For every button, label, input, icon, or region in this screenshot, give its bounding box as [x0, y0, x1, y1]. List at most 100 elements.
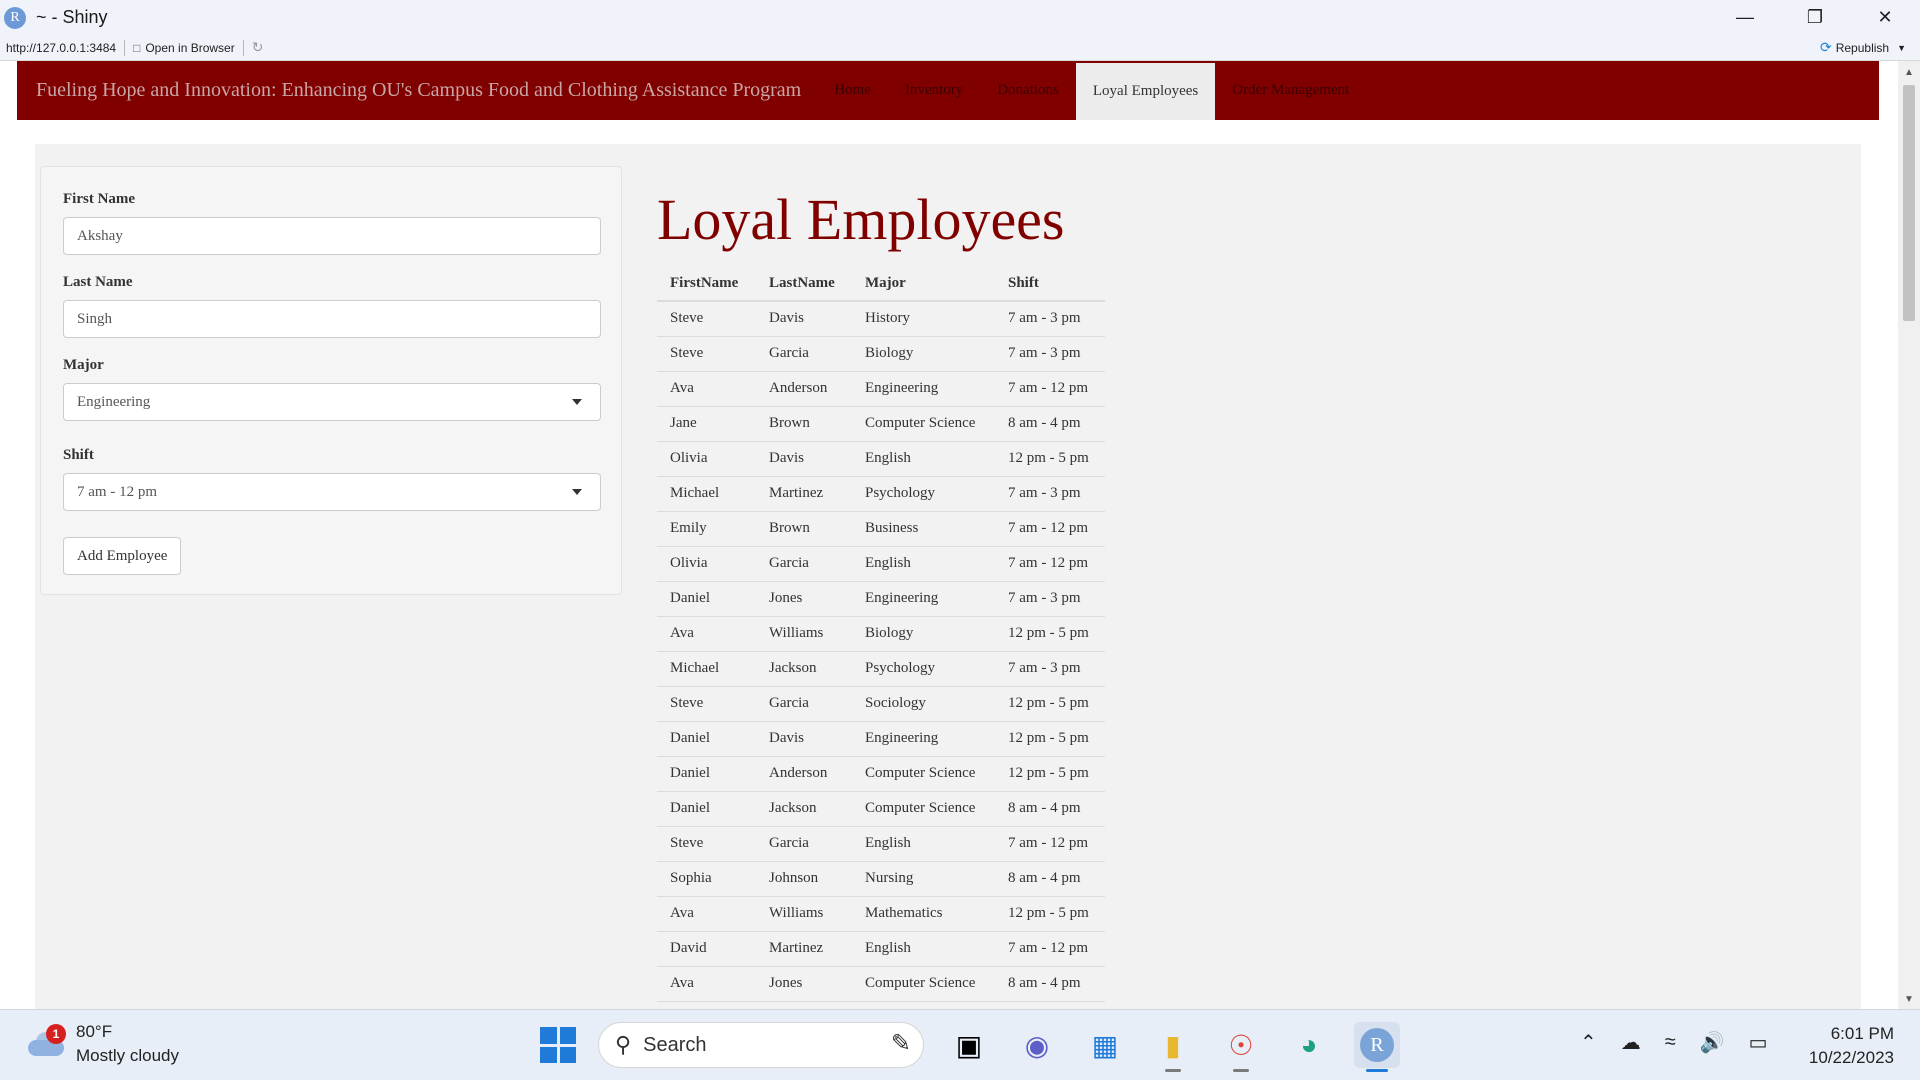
table-row: Olivia Garcia English 7 am - 12 pm — [657, 545, 1105, 581]
shift-label: Shift — [63, 447, 94, 463]
cell-shift: 7 am - 3 pm — [995, 475, 1105, 511]
nav-item-inventory[interactable]: Inventory — [888, 61, 980, 120]
cell-lastname: Anderson — [756, 370, 852, 406]
cell-major: Psychology — [852, 650, 995, 686]
cell-shift: 12 pm - 5 pm — [995, 615, 1105, 651]
republish-button[interactable]: ⟳ Republish ▼ — [1820, 39, 1906, 56]
wifi-icon[interactable]: ≈ — [1665, 1031, 1676, 1054]
navbar-brand[interactable]: Fueling Hope and Innovation: Enhancing O… — [36, 79, 801, 102]
taskbar-search[interactable]: ⚲ Search ✎ — [598, 1022, 924, 1068]
cell-major: English — [852, 930, 995, 966]
first-name-input[interactable]: Akshay — [63, 217, 601, 255]
url-text[interactable]: http://127.0.0.1:3484 — [6, 41, 116, 55]
chevron-down-icon: ▼ — [1897, 42, 1906, 53]
scroll-down-icon[interactable]: ▼ — [1904, 994, 1914, 1005]
rstudio-app-icon: R — [4, 6, 26, 29]
cell-major: Computer Science — [852, 965, 995, 1001]
tab-content: First Name Akshay Last Name Singh Major … — [35, 144, 1861, 1009]
publish-icon: ⟳ — [1819, 39, 1832, 55]
table-row: Daniel Anderson Computer Science 12 pm - 5 … — [657, 755, 1105, 791]
table-header-row: FirstName LastName Major Shift — [657, 266, 1105, 302]
cell-shift: 12 pm - 5 pm — [995, 895, 1105, 931]
cell-shift: 12 pm - 5 pm — [995, 755, 1105, 791]
cell-major: Engineering — [852, 370, 995, 406]
cell-shift: 8 am - 4 pm — [995, 860, 1105, 896]
cell-lastname: Garcia — [756, 545, 852, 581]
cell-shift: 12 pm - 5 pm — [995, 720, 1105, 756]
windows-start-icon[interactable] — [540, 1027, 576, 1063]
cell-firstname: Jane — [657, 405, 756, 441]
last-name-input[interactable]: Singh — [63, 300, 601, 338]
cell-major: Computer Science — [852, 405, 995, 441]
cell-major: History — [852, 300, 995, 336]
scrollbar-thumb[interactable] — [1903, 85, 1915, 321]
cell-lastname: Garcia — [756, 825, 852, 861]
cell-firstname: Olivia — [657, 545, 756, 581]
cell-major: Engineering — [852, 720, 995, 756]
cell-firstname: Daniel — [657, 1000, 756, 1009]
table-row: Steve Garcia English 7 am - 12 pm — [657, 825, 1105, 861]
onedrive-offline-icon[interactable]: ☁ — [1621, 1030, 1641, 1055]
nav-item-loyal-employees[interactable]: Loyal Employees — [1075, 63, 1216, 120]
table-row: Ava Jones Computer Science 8 am - 4 pm — [657, 965, 1105, 1001]
chrome-icon[interactable]: ☉ — [1218, 1022, 1264, 1072]
table-row: Steve Garcia Sociology 12 pm - 5 pm — [657, 685, 1105, 721]
task-view-icon[interactable]: ▣ — [946, 1022, 992, 1068]
shift-select[interactable]: 7 am - 12 pm — [63, 473, 601, 511]
battery-icon[interactable]: ▭ — [1749, 1030, 1768, 1055]
table-row: DanielGarciaBiology8 am - 4 pm — [657, 1000, 1105, 1009]
cell-shift: 8 am - 4 pm — [995, 790, 1105, 826]
store-icon[interactable]: ▦ — [1082, 1022, 1128, 1068]
cell-major: Sociology — [852, 685, 995, 721]
add-employee-button[interactable]: Add Employee — [63, 537, 182, 575]
cell-firstname: Steve — [657, 825, 756, 861]
taskbar-clock[interactable]: 6:01 PM 10/22/2023 — [1809, 1022, 1894, 1070]
cell-major: Biology — [852, 1000, 995, 1009]
cell-shift: 7 am - 12 pm — [995, 510, 1105, 546]
weather-widget[interactable]: 1 80°F Mostly cloudy — [26, 1020, 179, 1068]
cell-major: Business — [852, 510, 995, 546]
close-icon[interactable]: ✕ — [1850, 0, 1920, 35]
chevron-up-icon[interactable]: ⌃ — [1580, 1030, 1597, 1055]
cell-major: English — [852, 825, 995, 861]
cell-firstname: Ava — [657, 965, 756, 1001]
table-row: Michael Jackson Psychology 7 am - 3 pm — [657, 650, 1105, 686]
cell-shift: 8 am - 4 pm — [995, 1000, 1105, 1009]
notification-badge: 1 — [46, 1024, 66, 1044]
nav-item-donations[interactable]: Donations — [980, 61, 1076, 120]
clock-date: 10/22/2023 — [1808, 1048, 1894, 1067]
minimize-icon[interactable]: — — [1710, 0, 1780, 35]
search-highlight-icon: ✎ — [890, 1030, 911, 1057]
nav-item-home[interactable]: Home — [817, 61, 888, 120]
cell-shift: 7 am - 3 pm — [995, 650, 1105, 686]
scroll-up-icon[interactable]: ▲ — [1904, 67, 1914, 78]
window-controls: — ❐ ✕ — [1710, 0, 1920, 35]
cell-firstname: Daniel — [657, 720, 756, 756]
vertical-scrollbar[interactable]: ▲ ▼ — [1898, 61, 1920, 1009]
cell-lastname: Jackson — [756, 650, 852, 686]
table-row: Daniel Jackson Computer Science 8 am - 4 pm — [657, 790, 1105, 826]
cell-shift: 8 am - 4 pm — [995, 405, 1105, 441]
rstudio-taskbar-icon[interactable]: R — [1354, 1022, 1400, 1072]
restore-icon[interactable]: ❐ — [1780, 0, 1850, 35]
chat-icon[interactable]: ◉ — [1014, 1022, 1060, 1068]
cell-firstname: Steve — [657, 685, 756, 721]
cell-lastname: Anderson — [756, 755, 852, 791]
edge-icon[interactable]: ◕ — [1286, 1022, 1332, 1068]
cell-lastname: Williams — [756, 615, 852, 651]
column-header-lastname: LastName — [756, 266, 852, 302]
major-select[interactable]: Engineering — [63, 383, 601, 421]
table-row: Steve Davis History 7 am - 3 pm — [657, 300, 1105, 336]
cell-shift: 7 am - 12 pm — [995, 930, 1105, 966]
nav-item-order-management[interactable]: Order Management — [1215, 61, 1366, 120]
table-row: Sophia Johnson Nursing 8 am - 4 pm — [657, 860, 1105, 896]
cell-major: Biology — [852, 335, 995, 371]
refresh-icon[interactable]: ↻ — [252, 39, 264, 56]
cell-lastname: Brown — [756, 510, 852, 546]
file-explorer-icon[interactable]: ▮ — [1150, 1022, 1196, 1072]
cell-firstname: Steve — [657, 300, 756, 336]
cell-shift: 8 am - 4 pm — [995, 965, 1105, 1001]
volume-icon[interactable]: 🔊 — [1700, 1030, 1725, 1055]
cell-major: English — [852, 545, 995, 581]
open-in-browser-button[interactable]: □ Open in Browser — [133, 41, 235, 55]
